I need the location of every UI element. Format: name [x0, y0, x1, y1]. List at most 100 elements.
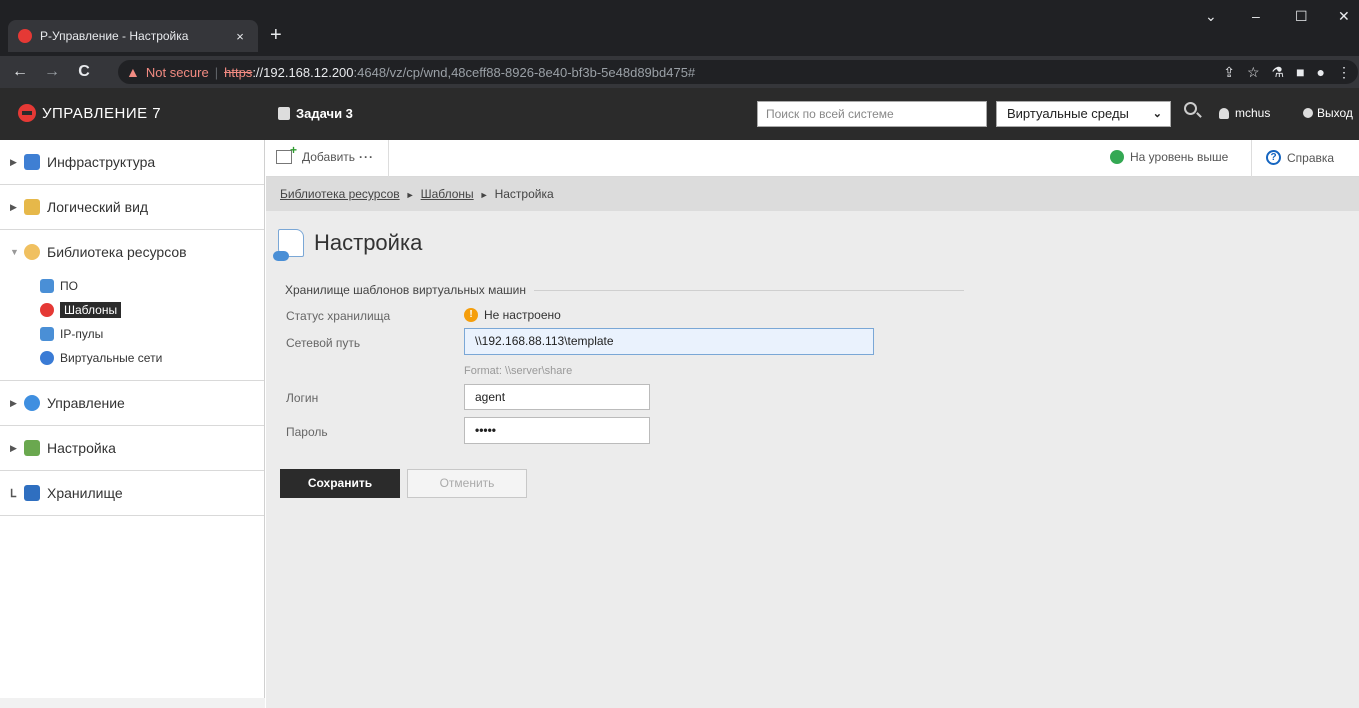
section-title: Хранилище шаблонов виртуальных машин [285, 283, 526, 297]
app-favicon-icon [18, 29, 32, 43]
url-path: :4648/vz/cp/wnd,48ceff88-8926-8e40-bf3b-… [353, 64, 696, 80]
sidebar-item-label: Инфраструктура [47, 154, 156, 170]
sidebar-item-infrastructure[interactable]: ▶ Инфраструктура [0, 140, 264, 185]
storage-toggle-icon[interactable]: ᒪ [10, 487, 24, 500]
chevron-down-icon: ⌄ [1152, 108, 1162, 120]
warning-icon: ▲ [126, 64, 140, 80]
status-label: Статус хранилища [286, 309, 391, 323]
sidebar-item-label: Управление [47, 395, 125, 411]
library-children: ПО Шаблоны IP-пулы Виртуальные сети [0, 274, 264, 380]
minimize-button[interactable]: – [1252, 8, 1260, 24]
sidebar-subitem-virtual-networks[interactable]: Виртуальные сети [40, 346, 264, 370]
status-value: Не настроено [484, 308, 561, 322]
help-icon: ? [1266, 150, 1281, 165]
app-header: УПРАВЛЕНИЕ 7 Задачи 3 Поиск по всей сист… [0, 88, 1359, 140]
sidebar-item-resource-library[interactable]: ▼ Библиотека ресурсов ПО Шаблоны IP-пулы … [0, 230, 264, 381]
add-icon [276, 143, 297, 164]
profile-icon[interactable]: ● [1317, 64, 1325, 80]
level-up-icon [1110, 150, 1124, 164]
url-host: ://192.168.12.200 [252, 64, 354, 80]
sidebar-item-logical-view[interactable]: ▶ Логический вид [0, 185, 264, 230]
section-divider [533, 289, 964, 291]
network-path-field[interactable]: \\192.168.88.113\template [464, 328, 874, 355]
collapse-arrow-icon[interactable]: ▼ [10, 247, 24, 257]
url-scheme: https [224, 64, 253, 80]
breadcrumb-separator: ► [479, 190, 489, 200]
address-bar-actions: ⇪ ☆ ⚗ ■ ● ⋮ [1223, 56, 1351, 88]
tab-close-icon[interactable]: × [232, 29, 248, 44]
app-logo[interactable]: УПРАВЛЕНИЕ 7 [18, 104, 161, 122]
sidebar-subitem-software[interactable]: ПО [40, 274, 264, 298]
sidebar-subitem-templates[interactable]: Шаблоны [40, 298, 264, 322]
maximize-button[interactable]: ☐ [1295, 8, 1308, 25]
new-tab-button[interactable]: + [270, 25, 282, 45]
sidebar-item-management[interactable]: ▶ Управление [0, 381, 264, 426]
gear-icon [24, 395, 40, 411]
tasks-label: Задачи 3 [296, 106, 353, 121]
extension-flask-icon[interactable]: ⚗ [1272, 64, 1285, 81]
bookmark-star-icon[interactable]: ☆ [1247, 64, 1260, 81]
not-secure-label[interactable]: Not secure [146, 65, 209, 80]
help-label: Справка [1287, 150, 1335, 165]
breadcrumb-templates-link[interactable]: Шаблоны [421, 187, 474, 201]
breadcrumb-library-link[interactable]: Библиотека ресурсов [280, 187, 400, 201]
tab-search-chevron-icon[interactable]: ⌄ [1205, 8, 1217, 25]
more-actions-button[interactable]: ··· [359, 150, 374, 164]
sidebar-item-settings[interactable]: ▶ Настройка [0, 426, 264, 471]
close-window-button[interactable]: ✕ [1338, 8, 1350, 25]
back-button[interactable]: ← [8, 63, 32, 81]
save-button[interactable]: Сохранить [280, 469, 400, 498]
breadcrumb-current: Настройка [494, 187, 554, 201]
main-content: Библиотека ресурсов ► Шаблоны ► Настройка На… [266, 177, 1359, 708]
sidebar-item-label: Настройка [47, 440, 116, 456]
url-field[interactable]: ▲ Not secure | https://192.168.12.200:46… [118, 60, 1358, 84]
expand-arrow-icon[interactable]: ▶ [10, 157, 24, 168]
network-path-hint: Format: \\server\share [464, 365, 573, 377]
browser-tab-bar: Р-Управление - Настройка × + ⌄ – ☐ ✕ [0, 0, 1359, 56]
warning-icon: ! [464, 308, 478, 322]
login-field[interactable]: agent [464, 384, 650, 410]
section-legend: Хранилище шаблонов виртуальных машин [285, 283, 964, 297]
sidebar-item-storage[interactable]: ᒪ Хранилище [0, 471, 264, 516]
browser-tab[interactable]: Р-Управление - Настройка × [8, 20, 258, 52]
user-icon [1219, 107, 1229, 119]
login-label: Логин [286, 391, 319, 405]
url-divider: | [214, 64, 219, 80]
infrastructure-icon [24, 154, 40, 170]
user-menu[interactable]: mchus [1219, 106, 1270, 120]
toolbar-divider [1251, 140, 1252, 177]
help-button[interactable]: ? Справка [1266, 150, 1334, 165]
browser-menu-icon[interactable]: ⋮ [1337, 64, 1351, 81]
add-button[interactable]: Добавить ··· [276, 143, 374, 164]
sidebar-subitem-label: IP-пулы [60, 327, 104, 341]
sidebar-horizontal-scrollbar[interactable] [0, 698, 265, 708]
add-label: Добавить [302, 150, 356, 164]
share-icon[interactable]: ⇪ [1223, 64, 1235, 81]
sidebar-item-label: Библиотека ресурсов [47, 244, 187, 260]
storage-icon [24, 485, 40, 501]
sidebar-subitem-label: Виртуальные сети [60, 351, 163, 365]
environment-select[interactable]: Виртуальные среды ⌄ [996, 101, 1171, 127]
settings-page-icon [273, 229, 304, 261]
expand-arrow-icon[interactable]: ▶ [10, 443, 24, 454]
expand-arrow-icon[interactable]: ▶ [10, 398, 24, 409]
cancel-button[interactable]: Отменить [407, 469, 527, 498]
tasks-button[interactable]: Задачи 3 [278, 106, 353, 121]
password-field[interactable]: ••••• [464, 417, 650, 444]
search-icon[interactable] [1184, 102, 1197, 115]
level-up-button[interactable]: На уровень выше [1110, 150, 1228, 164]
templates-icon [40, 303, 54, 317]
expand-arrow-icon[interactable]: ▶ [10, 202, 24, 213]
side-panel-icon[interactable]: ■ [1296, 64, 1304, 80]
logout-button[interactable]: Выход [1303, 106, 1353, 120]
sidebar-subitem-ip-pools[interactable]: IP-пулы [40, 322, 264, 346]
reload-button[interactable]: C [72, 63, 96, 81]
page-title-text: Настройка [314, 230, 423, 255]
toolbar: Добавить ··· На уровень выше ? Справка [266, 140, 1359, 177]
global-search-input[interactable]: Поиск по всей системе [757, 101, 987, 127]
folder-icon [24, 199, 40, 215]
software-icon [40, 279, 54, 293]
logo-text: УПРАВЛЕНИЕ 7 [42, 104, 162, 122]
tools-icon [24, 440, 40, 456]
forward-button[interactable]: → [40, 63, 64, 81]
